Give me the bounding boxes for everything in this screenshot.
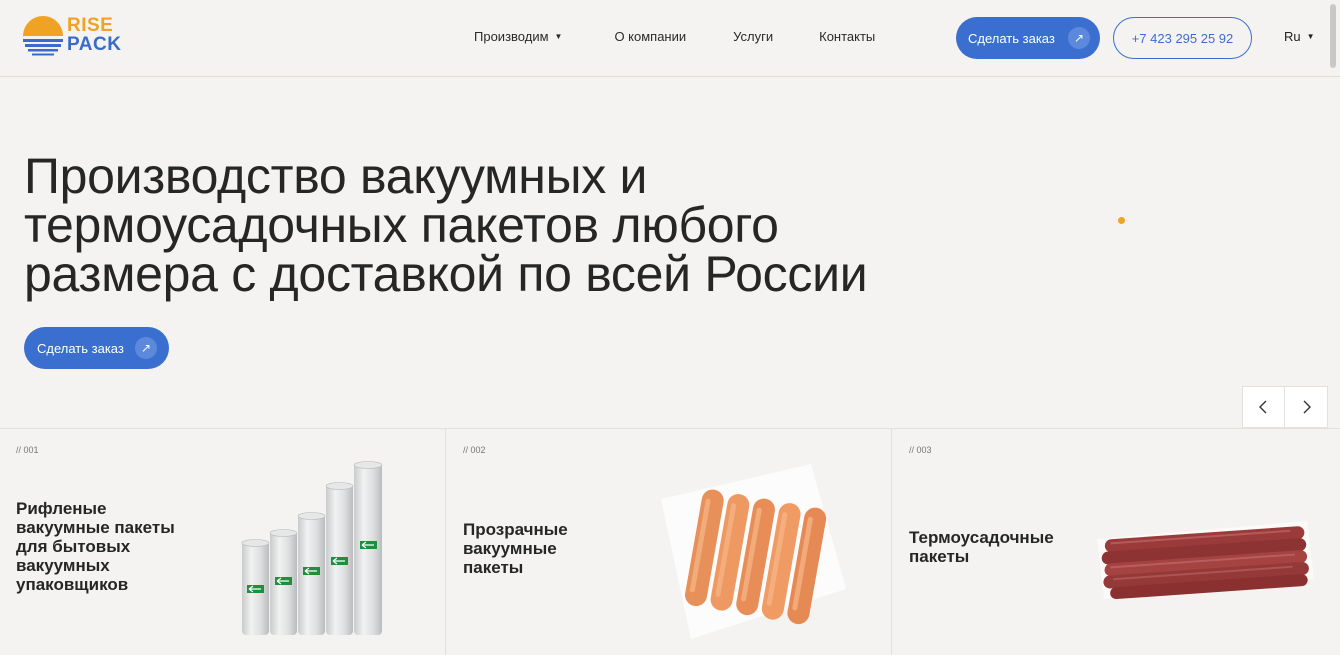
- shrink-sausages-image: [1097, 521, 1314, 600]
- logo-pack-text: PACK: [67, 34, 122, 55]
- slider-next-button[interactable]: [1285, 386, 1328, 428]
- hero-order-button[interactable]: Сделать заказ ↗: [24, 327, 169, 369]
- header-order-button[interactable]: Сделать заказ ↗: [956, 17, 1100, 59]
- slider-prev-button[interactable]: [1242, 386, 1285, 428]
- card-number: // 003: [909, 445, 932, 455]
- card-title: Рифленые вакуумные пакеты для бытовых ва…: [16, 499, 175, 594]
- chevron-left-icon: [1258, 400, 1266, 414]
- scrollbar[interactable]: [1330, 4, 1336, 68]
- product-card-shrink-bags[interactable]: // 003 Термоусадочные пакеты: [892, 429, 1340, 655]
- order-button-label: Сделать заказ: [968, 30, 1055, 46]
- film-rolls-image: [241, 461, 383, 635]
- logo-sun-icon: [23, 16, 63, 56]
- main-nav: Производим ▼ О компании Услуги Контакты: [474, 29, 921, 44]
- decorative-dot: [1118, 217, 1125, 224]
- slider-controls: [1242, 386, 1328, 428]
- nav-item-label: О компании: [614, 29, 687, 44]
- arrow-up-right-icon: ↗: [135, 337, 157, 359]
- card-number: // 001: [16, 445, 39, 455]
- language-selector[interactable]: Ru ▼: [1284, 29, 1315, 44]
- product-cards: // 001 Рифленые вакуумные пакеты для быт…: [0, 428, 1340, 655]
- nav-item-label: Услуги: [733, 29, 774, 44]
- arrow-up-right-icon: ↗: [1068, 27, 1090, 49]
- card-number: // 002: [463, 445, 486, 455]
- nav-item-services[interactable]: Услуги: [733, 29, 773, 44]
- product-card-clear-bags[interactable]: // 002 Прозрачные вакуумные пакеты: [446, 429, 892, 655]
- language-label: Ru: [1284, 29, 1301, 44]
- card-title: Термоусадочные пакеты: [909, 528, 1054, 566]
- caret-down-icon: ▼: [1306, 32, 1315, 41]
- logo-rise-text: RISE: [67, 15, 114, 36]
- caret-down-icon: ▼: [554, 32, 563, 41]
- order-button-label: Сделать заказ: [37, 340, 124, 356]
- nav-item-label: Контакты: [819, 29, 876, 44]
- site-header: RISE PACK Производим ▼ О компании Услуги…: [0, 0, 1340, 77]
- hero-title: Производство вакуумных и термоусадочных …: [24, 148, 868, 302]
- product-card-ribbed-bags[interactable]: // 001 Рифленые вакуумные пакеты для быт…: [0, 429, 446, 655]
- card-title: Прозрачные вакуумные пакеты: [463, 520, 568, 577]
- vacuum-sausages-image: [661, 464, 846, 639]
- phone-number: +7 423 295 25 92: [1131, 30, 1234, 46]
- chevron-right-icon: [1303, 400, 1311, 414]
- nav-item-about[interactable]: О компании: [614, 29, 686, 44]
- phone-button[interactable]: +7 423 295 25 92: [1113, 17, 1252, 59]
- nav-item-contacts[interactable]: Контакты: [819, 29, 875, 44]
- nav-item-produce[interactable]: Производим ▼: [474, 29, 562, 44]
- nav-item-label: Производим: [474, 29, 549, 44]
- logo[interactable]: RISE PACK: [22, 15, 122, 59]
